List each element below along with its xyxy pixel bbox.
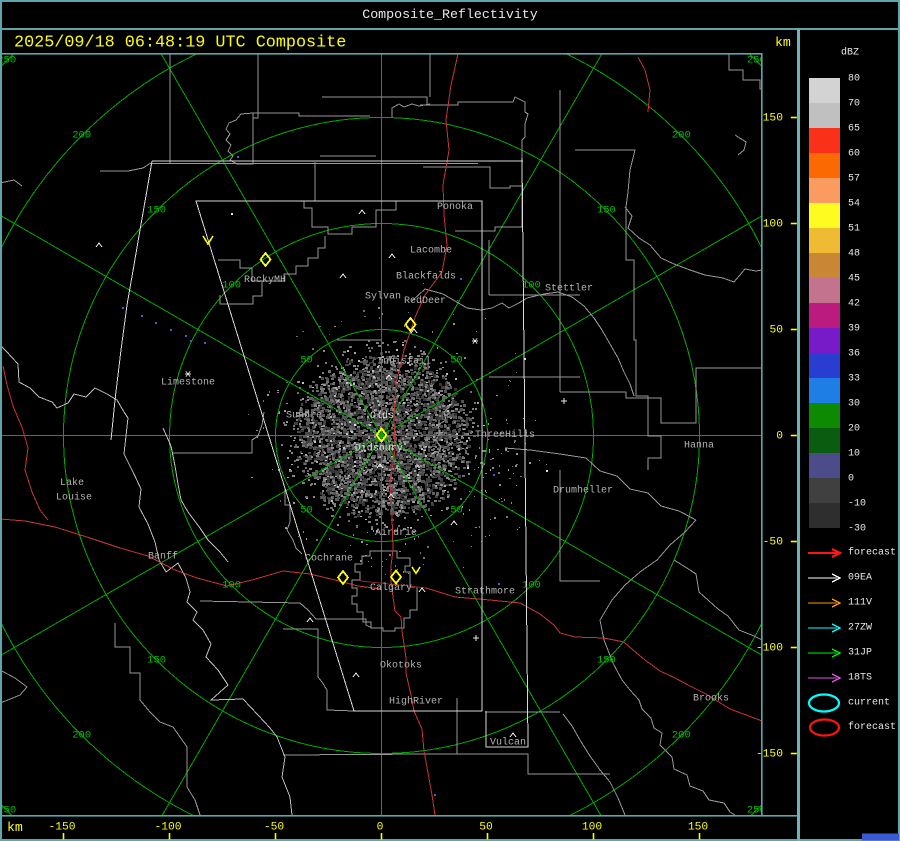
svg-text:50: 50 bbox=[769, 325, 783, 337]
svg-text:100: 100 bbox=[222, 280, 241, 292]
svg-text:dBZ: dBZ bbox=[841, 47, 859, 59]
svg-text:forecast: forecast bbox=[848, 547, 896, 559]
svg-text:RedDeer: RedDeer bbox=[404, 295, 446, 307]
svg-text:31JP: 31JP bbox=[848, 648, 872, 659]
svg-text:HighRiver: HighRiver bbox=[389, 696, 443, 708]
svg-text:36: 36 bbox=[848, 349, 860, 360]
svg-text:150: 150 bbox=[597, 654, 616, 666]
svg-text:Ponoka: Ponoka bbox=[437, 201, 473, 213]
svg-text:150: 150 bbox=[763, 113, 784, 125]
svg-text:200: 200 bbox=[72, 130, 91, 142]
svg-text:Strathmore: Strathmore bbox=[455, 586, 515, 598]
svg-text:-10: -10 bbox=[848, 499, 866, 510]
svg-text:-150: -150 bbox=[756, 749, 783, 761]
svg-text:54: 54 bbox=[848, 199, 860, 210]
svg-text:2025/09/18 06:48:19 UTC Compos: 2025/09/18 06:48:19 UTC Composite bbox=[14, 34, 346, 53]
svg-text:current: current bbox=[848, 698, 890, 709]
svg-text:70: 70 bbox=[848, 99, 860, 110]
svg-text:09EA: 09EA bbox=[848, 573, 872, 584]
svg-text:Lacombe: Lacombe bbox=[410, 245, 452, 257]
svg-text:-100: -100 bbox=[756, 643, 783, 655]
svg-text:57: 57 bbox=[848, 174, 860, 185]
svg-text:ThreeHills: ThreeHills bbox=[475, 429, 535, 441]
svg-text:Calgary: Calgary bbox=[370, 582, 412, 594]
svg-text:65: 65 bbox=[848, 124, 860, 135]
svg-text:Sundre: Sundre bbox=[286, 410, 322, 422]
svg-text:111V: 111V bbox=[848, 598, 872, 609]
svg-text:100: 100 bbox=[522, 579, 541, 591]
svg-text:Stettler: Stettler bbox=[545, 283, 593, 295]
svg-text:45: 45 bbox=[848, 274, 860, 285]
svg-text:250: 250 bbox=[0, 804, 16, 816]
svg-text:50: 50 bbox=[300, 355, 313, 367]
svg-text:200: 200 bbox=[72, 729, 91, 741]
svg-text:Cochrane: Cochrane bbox=[305, 553, 353, 565]
svg-text:Didsbury: Didsbury bbox=[355, 443, 403, 455]
svg-text:27ZW: 27ZW bbox=[848, 623, 872, 634]
svg-text:Limestone: Limestone bbox=[161, 377, 215, 389]
svg-text:Brooks: Brooks bbox=[693, 693, 729, 705]
svg-text:0: 0 bbox=[776, 431, 783, 443]
svg-text:33: 33 bbox=[848, 374, 860, 385]
svg-text:Drumheller: Drumheller bbox=[553, 485, 613, 497]
svg-text:30: 30 bbox=[848, 399, 860, 410]
svg-text:150: 150 bbox=[688, 821, 709, 833]
svg-text:km: km bbox=[7, 820, 23, 835]
svg-text:Sylvan: Sylvan bbox=[365, 291, 401, 303]
svg-text:-100: -100 bbox=[154, 821, 181, 833]
svg-text:200: 200 bbox=[672, 729, 691, 741]
svg-text:0: 0 bbox=[848, 474, 854, 485]
svg-text:150: 150 bbox=[597, 205, 616, 217]
svg-text:50: 50 bbox=[450, 355, 463, 367]
svg-text:-50: -50 bbox=[763, 537, 784, 549]
svg-text:100: 100 bbox=[763, 219, 784, 231]
svg-text:RockyMH: RockyMH bbox=[244, 274, 286, 286]
svg-text:0: 0 bbox=[377, 821, 384, 833]
svg-text:km: km bbox=[775, 35, 791, 50]
svg-text:Banff: Banff bbox=[148, 551, 178, 563]
svg-text:150: 150 bbox=[147, 654, 166, 666]
svg-text:100: 100 bbox=[522, 280, 541, 292]
svg-text:50: 50 bbox=[450, 505, 463, 517]
svg-text:18TS: 18TS bbox=[848, 673, 872, 684]
svg-text:Lake: Lake bbox=[60, 477, 84, 489]
svg-text:20: 20 bbox=[848, 424, 860, 435]
svg-text:-50: -50 bbox=[264, 821, 285, 833]
svg-text:Blackfalds: Blackfalds bbox=[396, 271, 456, 283]
svg-text:10: 10 bbox=[848, 449, 860, 460]
svg-text:-150: -150 bbox=[48, 821, 75, 833]
svg-text:Olds: Olds bbox=[370, 410, 394, 422]
svg-text:Louise: Louise bbox=[56, 492, 92, 504]
svg-text:50: 50 bbox=[300, 505, 313, 517]
svg-text:Airdrie: Airdrie bbox=[375, 527, 417, 539]
svg-text:forecast: forecast bbox=[848, 721, 896, 733]
svg-text:150: 150 bbox=[147, 205, 166, 217]
svg-text:39: 39 bbox=[848, 324, 860, 335]
svg-text:60: 60 bbox=[848, 149, 860, 160]
svg-text:51: 51 bbox=[848, 224, 860, 235]
svg-text:48: 48 bbox=[848, 249, 860, 260]
svg-text:100: 100 bbox=[222, 579, 241, 591]
svg-text:250: 250 bbox=[0, 55, 16, 67]
svg-text:Okotoks: Okotoks bbox=[380, 660, 422, 672]
svg-text:Vulcan: Vulcan bbox=[490, 737, 526, 749]
svg-text:-30: -30 bbox=[848, 524, 866, 535]
svg-text:42: 42 bbox=[848, 299, 860, 310]
svg-text:Innisfail: Innisfail bbox=[377, 356, 431, 368]
svg-text:Hanna: Hanna bbox=[684, 441, 714, 452]
svg-text:200: 200 bbox=[672, 130, 691, 142]
svg-text:80: 80 bbox=[848, 74, 860, 85]
svg-text:100: 100 bbox=[582, 821, 603, 833]
svg-text:50: 50 bbox=[479, 821, 493, 833]
svg-text:Composite_Reflectivity: Composite_Reflectivity bbox=[362, 7, 538, 22]
